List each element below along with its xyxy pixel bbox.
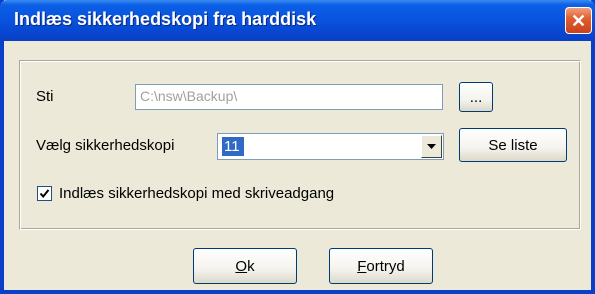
write-access-checkbox[interactable] [37, 186, 52, 201]
ok-button-label: Ok [235, 258, 254, 275]
ok-button[interactable]: Ok [193, 248, 297, 284]
cancel-button[interactable]: Fortryd [329, 248, 433, 284]
backup-label: Vælg sikkerhedskopi [36, 137, 175, 154]
checkmark-icon [39, 189, 50, 199]
title-bar[interactable]: Indlæs sikkerhedskopi fra harddisk ✕ [0, 0, 595, 41]
close-button[interactable]: ✕ [565, 7, 592, 34]
close-icon: ✕ [570, 10, 587, 31]
show-list-button[interactable]: Se liste [459, 128, 567, 162]
backup-select[interactable]: 11 [217, 133, 444, 160]
backup-select-value: 11 [222, 137, 244, 156]
cancel-button-label: Fortryd [357, 258, 405, 275]
dropdown-button[interactable] [421, 135, 442, 158]
chevron-down-icon [427, 144, 436, 149]
path-label: Sti [36, 88, 54, 105]
ok-mnemonic: O [235, 257, 248, 275]
ok-rest: k [247, 257, 255, 275]
write-access-label[interactable]: Indlæs sikkerhedskopi med skriveadgang [59, 185, 334, 202]
path-field: C:\nsw\Backup\ [135, 84, 443, 110]
window-title: Indlæs sikkerhedskopi fra harddisk [14, 9, 317, 29]
cancel-rest: ortryd [366, 257, 405, 275]
browse-button[interactable]: ... [459, 82, 493, 112]
